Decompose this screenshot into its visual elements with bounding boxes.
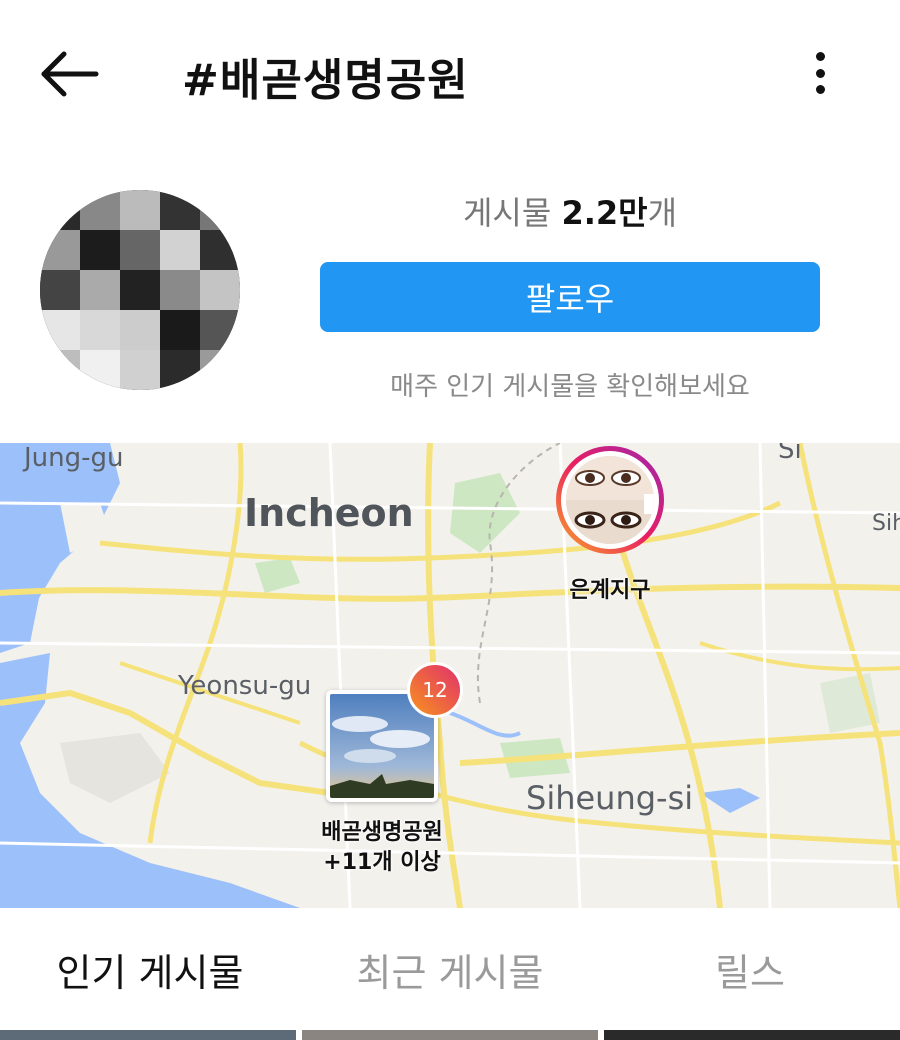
map-label-junggu: Jung-gu [24, 443, 124, 473]
post-count-label: 게시물 [462, 194, 562, 232]
post-grid-preview [0, 1030, 900, 1040]
post-tabs: 인기 게시물 최근 게시물 릴스 [0, 908, 900, 1030]
post-thumbnail[interactable] [0, 1030, 296, 1040]
park-pin-count-badge: 12 [407, 662, 463, 718]
post-count: 게시물 2.2만개 [320, 188, 820, 234]
story-pin-ring [561, 451, 659, 549]
park-pin-label-line1: 배곧생명공원 [321, 820, 443, 845]
map-story-pin[interactable] [556, 446, 664, 554]
post-count-value: 2.2만 [561, 194, 648, 232]
map-label-si: Si [778, 443, 802, 465]
story-pin-thumbnail [566, 456, 654, 544]
map-label-siheung: Siheung-si [526, 779, 694, 817]
more-options-button[interactable] [800, 48, 840, 98]
more-dot-icon [815, 85, 825, 94]
more-dot-icon [815, 52, 825, 61]
page-title: #배곧생명공원 [182, 55, 469, 106]
eye-makeup-image [566, 456, 654, 544]
arrow-left-icon [41, 51, 99, 97]
tab-recent-posts[interactable]: 최근 게시물 [300, 908, 600, 1030]
post-thumbnail[interactable] [302, 1030, 598, 1040]
post-count-unit: 개 [647, 194, 678, 232]
hashtag-avatar [40, 190, 240, 390]
map-label-incheon: Incheon [244, 491, 414, 535]
story-pin-label: 은계지구 [569, 578, 651, 603]
weekly-top-posts-hint: 매주 인기 게시물을 확인해보세요 [390, 372, 750, 402]
map-label-yeonsu: Yeonsu-gu [178, 671, 312, 701]
map-label-sih: Sih [872, 511, 900, 536]
follow-button[interactable]: 팔로우 [320, 262, 820, 332]
blurred-avatar-image [40, 190, 240, 390]
more-dot-icon [815, 68, 825, 78]
back-button[interactable] [36, 44, 106, 104]
park-pin-label-line2: +11개 이상 [323, 850, 441, 875]
app-header: #배곧생명공원 [0, 0, 900, 150]
tab-reels[interactable]: 릴스 [600, 908, 900, 1030]
post-thumbnail[interactable] [604, 1030, 900, 1040]
park-pin-label: 배곧생명공원 +11개 이상 [300, 818, 464, 878]
tab-top-posts[interactable]: 인기 게시물 [0, 908, 300, 1030]
